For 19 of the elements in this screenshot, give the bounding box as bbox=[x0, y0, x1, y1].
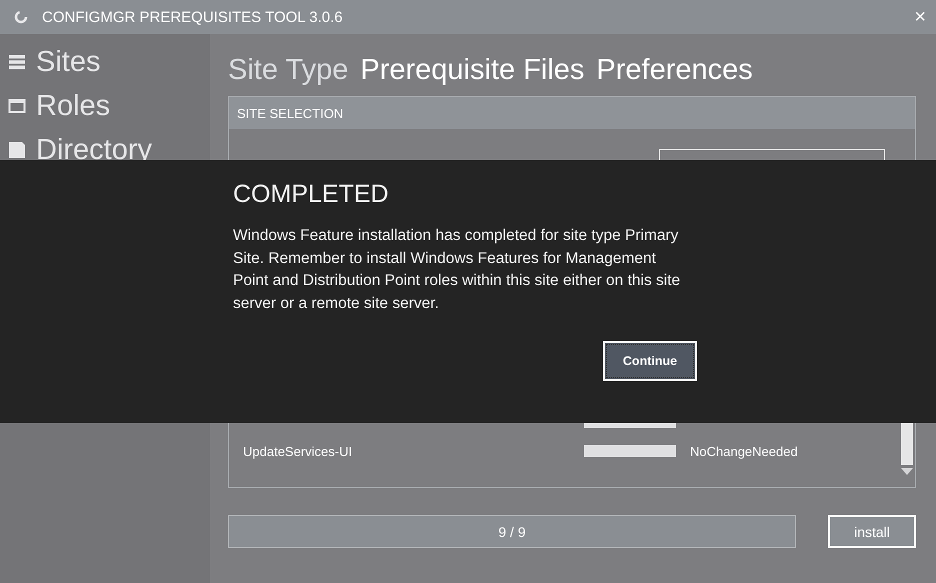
sidebar-item[interactable]: Directory bbox=[0, 130, 210, 170]
install-button[interactable]: install bbox=[828, 515, 916, 548]
close-button[interactable]: × bbox=[914, 6, 926, 28]
tab[interactable]: Site Type bbox=[228, 54, 348, 86]
continue-button[interactable]: Continue bbox=[603, 341, 697, 381]
progress-text: 9 / 9 bbox=[498, 524, 526, 540]
feature-status: NoChangeNeeded bbox=[690, 444, 798, 458]
dialog-message: Windows Feature installation has completed for site type Primary Site. Remember to install Windows Features for Management Point and Distribution Point roles within this site either on this site server or a remote site server. bbox=[233, 226, 682, 314]
feature-name: UpdateServices-UI bbox=[243, 444, 352, 458]
logo-icon bbox=[14, 10, 28, 24]
window-title: CONFIGMGR PREREQUISITES TOOL 3.0.6 bbox=[42, 8, 344, 26]
tab[interactable]: Preferences bbox=[596, 54, 753, 86]
sidebar-item[interactable]: Sites bbox=[0, 42, 210, 82]
panel-title: SITE SELECTION bbox=[237, 106, 344, 120]
sidebar-item[interactable]: Roles bbox=[0, 86, 210, 126]
window-icon bbox=[8, 97, 26, 115]
tab[interactable]: Prerequisite Files bbox=[360, 54, 584, 86]
dialog-title: COMPLETED bbox=[233, 180, 390, 209]
list-icon bbox=[8, 53, 26, 71]
